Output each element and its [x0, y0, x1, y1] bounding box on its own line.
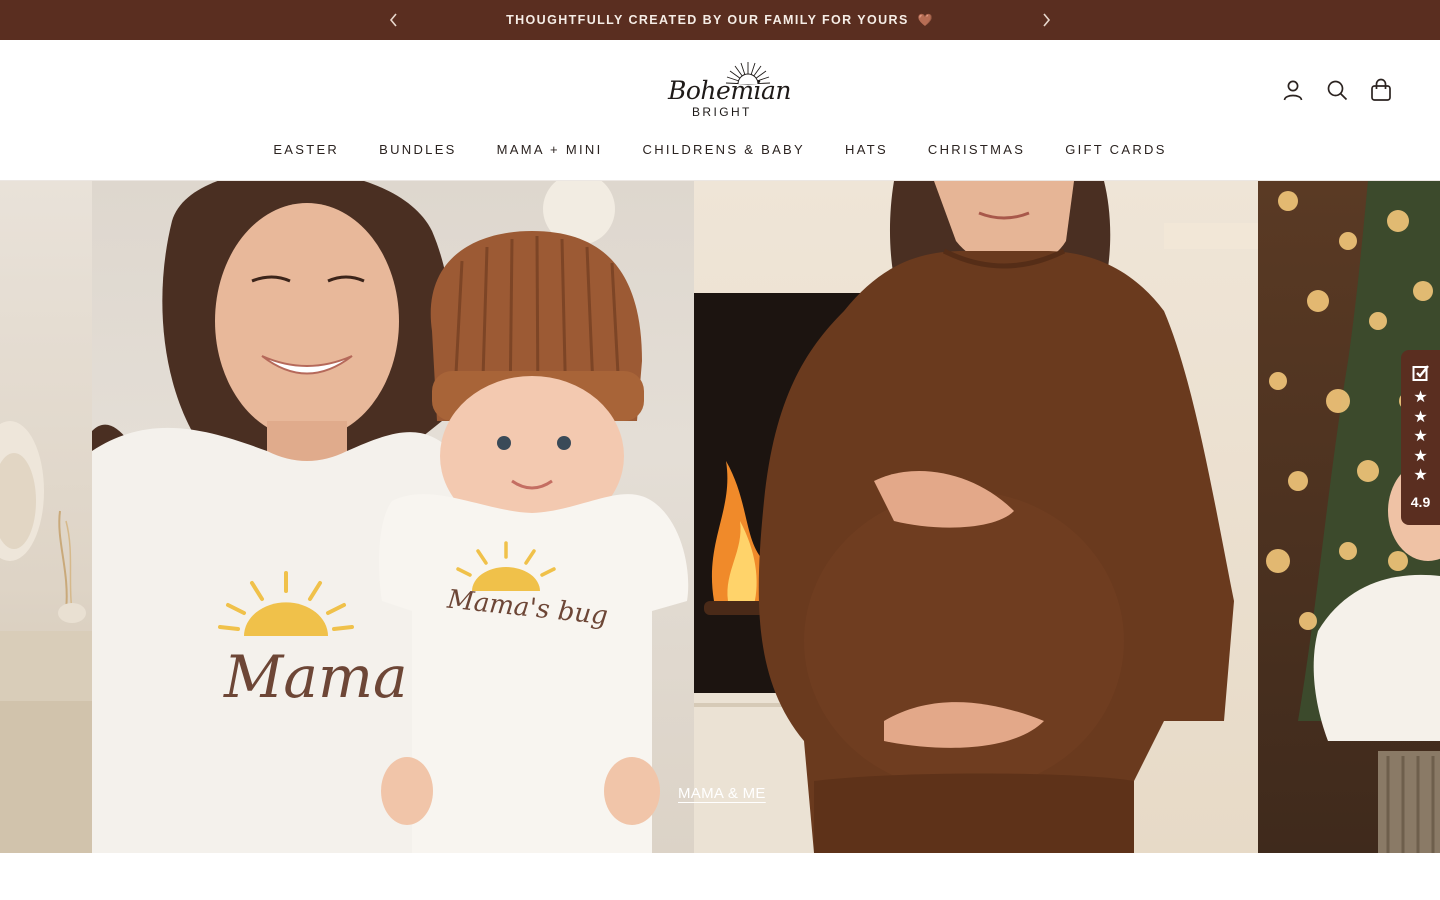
pregnant-mama-photo: [694, 181, 1258, 853]
announcement-prev-button[interactable]: [384, 10, 404, 30]
hero-collection-link[interactable]: MAMA & ME: [678, 785, 766, 802]
logo-script-text: Bohemian: [668, 76, 792, 105]
review-score: 4.9: [1410, 493, 1431, 510]
cart-icon: [1371, 78, 1391, 101]
star-icon: ★: [1413, 447, 1428, 465]
reviews-badge[interactable]: ★ ★ ★ ★ ★ 4.9: [1401, 350, 1440, 525]
star-icon: ★: [1413, 389, 1428, 406]
header-icons: [1282, 78, 1392, 102]
heart-emoji: 🤎: [917, 13, 934, 27]
logo-sub-text: BRIGHT: [692, 105, 752, 119]
account-icon: [1283, 80, 1303, 101]
nav-item-gift-cards[interactable]: GIFT CARDS: [1065, 142, 1167, 157]
brand-logo[interactable]: Bohemian BRIGHT: [664, 56, 792, 122]
nav-item-easter[interactable]: EASTER: [273, 142, 339, 157]
hero-panel-room: [0, 181, 92, 853]
cart-button[interactable]: [1370, 78, 1392, 102]
nav-item-mama-mini[interactable]: MAMA + MINI: [497, 142, 603, 157]
chevron-left-icon: [389, 13, 397, 27]
hero-banner[interactable]: Mama Mama's bug MAMA & ME: [0, 181, 1440, 853]
nav-item-bundles[interactable]: BUNDLES: [379, 142, 457, 157]
nav-item-hats[interactable]: HATS: [845, 142, 888, 157]
hero-panel-pregnant: [694, 181, 1258, 853]
announcement-bar: THOUGHTFULLY CREATED BY OUR FAMILY FOR Y…: [0, 0, 1440, 40]
nav-item-childrens-baby[interactable]: CHILDRENS & BABY: [643, 142, 806, 157]
mama-baby-photo: [92, 181, 689, 853]
main-nav: EASTER BUNDLES MAMA + MINI CHILDRENS & B…: [0, 142, 1440, 157]
room-decor-image: [0, 421, 92, 853]
search-icon: [1327, 80, 1348, 101]
announcement-message: THOUGHTFULLY CREATED BY OUR FAMILY FOR Y…: [506, 13, 909, 27]
announcement-text-wrap: THOUGHTFULLY CREATED BY OUR FAMILY FOR Y…: [506, 13, 934, 27]
chevron-right-icon: [1043, 13, 1051, 27]
search-button[interactable]: [1326, 78, 1348, 102]
shirt-text-mama: Mama: [224, 643, 408, 711]
announcement-next-button[interactable]: [1036, 10, 1056, 30]
account-button[interactable]: [1282, 78, 1304, 102]
star-icon: ★: [1413, 408, 1428, 426]
verified-check-icon: [1412, 365, 1429, 381]
star-icon: ★: [1413, 428, 1428, 445]
nav-item-christmas[interactable]: CHRISTMAS: [928, 142, 1025, 157]
site-header: Bohemian BRIGHT EASTER BUNDLES MAMA + MI…: [0, 40, 1440, 181]
star-icon: ★: [1413, 467, 1428, 484]
hero-panel-mama-baby: Mama Mama's bug: [92, 181, 694, 853]
